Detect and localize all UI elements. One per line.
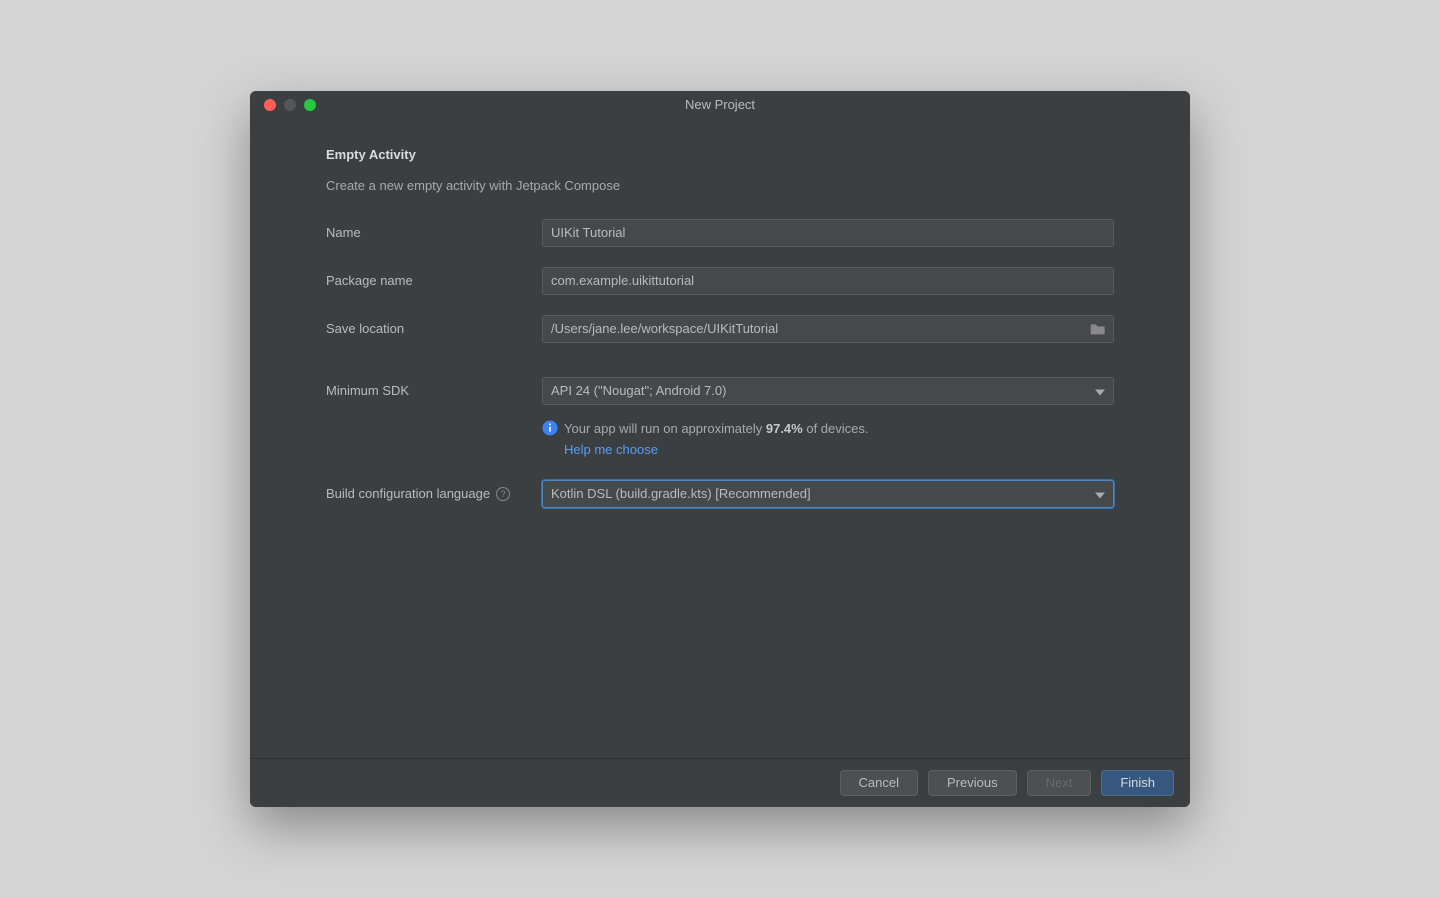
row-name: Name bbox=[326, 219, 1114, 247]
row-build-config: Build configuration language ? Kotlin DS… bbox=[326, 480, 1114, 508]
sdk-info-percent: 97.4% bbox=[766, 421, 803, 436]
help-icon[interactable]: ? bbox=[496, 487, 510, 501]
sdk-info-prefix: Your app will run on approximately bbox=[564, 421, 766, 436]
maximize-window-button[interactable] bbox=[304, 99, 316, 111]
window-title: New Project bbox=[250, 97, 1190, 112]
location-input[interactable] bbox=[542, 315, 1114, 343]
name-label: Name bbox=[326, 225, 542, 240]
help-me-choose-link[interactable]: Help me choose bbox=[564, 440, 869, 460]
min-sdk-label: Minimum SDK bbox=[326, 383, 542, 398]
dialog-content: Empty Activity Create a new empty activi… bbox=[250, 119, 1190, 758]
build-config-label: Build configuration language ? bbox=[326, 486, 542, 501]
row-min-sdk: Minimum SDK API 24 ("Nougat"; Android 7.… bbox=[326, 377, 1114, 405]
chevron-down-icon bbox=[1095, 383, 1105, 398]
sdk-info-text: Your app will run on approximately 97.4%… bbox=[564, 419, 869, 460]
folder-icon[interactable] bbox=[1090, 322, 1106, 336]
cancel-button[interactable]: Cancel bbox=[840, 770, 918, 796]
titlebar: New Project bbox=[250, 91, 1190, 119]
location-label: Save location bbox=[326, 321, 542, 336]
row-location: Save location bbox=[326, 315, 1114, 343]
finish-button[interactable]: Finish bbox=[1101, 770, 1174, 796]
build-config-select[interactable]: Kotlin DSL (build.gradle.kts) [Recommend… bbox=[542, 480, 1114, 508]
dialog-footer: Cancel Previous Next Finish bbox=[250, 758, 1190, 807]
chevron-down-icon bbox=[1095, 486, 1105, 501]
sdk-info: Your app will run on approximately 97.4%… bbox=[542, 419, 1114, 460]
min-sdk-select[interactable]: API 24 ("Nougat"; Android 7.0) bbox=[542, 377, 1114, 405]
template-heading: Empty Activity bbox=[326, 147, 1114, 162]
package-label: Package name bbox=[326, 273, 542, 288]
build-config-value: Kotlin DSL (build.gradle.kts) [Recommend… bbox=[551, 486, 811, 501]
build-config-label-text: Build configuration language bbox=[326, 486, 490, 501]
name-input[interactable] bbox=[542, 219, 1114, 247]
minimize-window-button[interactable] bbox=[284, 99, 296, 111]
new-project-dialog: New Project Empty Activity Create a new … bbox=[250, 91, 1190, 807]
info-icon bbox=[542, 420, 558, 436]
window-controls bbox=[250, 99, 316, 111]
next-button: Next bbox=[1027, 770, 1092, 796]
sdk-info-suffix: of devices. bbox=[803, 421, 869, 436]
previous-button[interactable]: Previous bbox=[928, 770, 1017, 796]
package-input[interactable] bbox=[542, 267, 1114, 295]
min-sdk-value: API 24 ("Nougat"; Android 7.0) bbox=[551, 383, 726, 398]
row-package: Package name bbox=[326, 267, 1114, 295]
template-subtitle: Create a new empty activity with Jetpack… bbox=[326, 178, 1114, 193]
close-window-button[interactable] bbox=[264, 99, 276, 111]
